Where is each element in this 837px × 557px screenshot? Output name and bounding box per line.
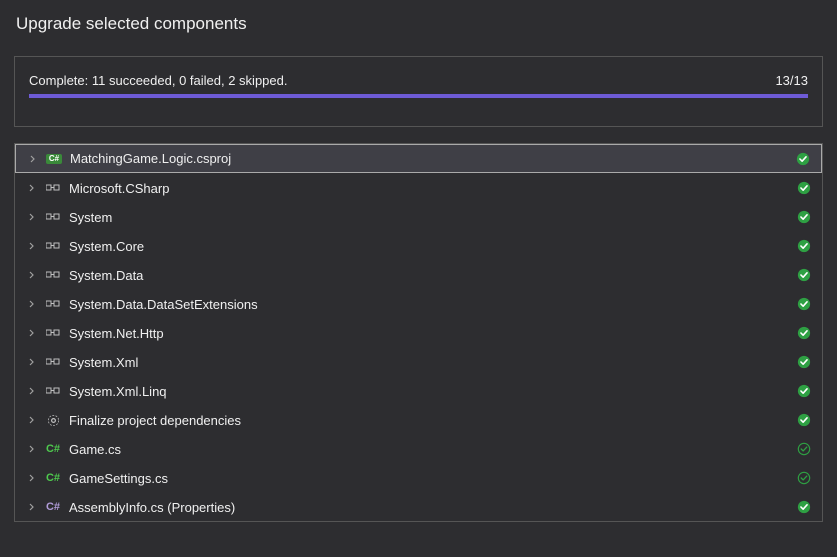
chevron-right-icon[interactable] (27, 444, 37, 454)
list-item[interactable]: System.Data (15, 260, 822, 289)
progress-bar (29, 94, 808, 98)
list-item[interactable]: C# Game.cs (15, 434, 822, 463)
list-item[interactable]: System.Xml (15, 347, 822, 376)
list-item[interactable]: C# MatchingGame.Logic.csproj (15, 144, 822, 173)
chevron-right-icon[interactable] (28, 154, 38, 164)
item-label: AssemblyInfo.cs (Properties) (69, 500, 796, 515)
item-label: MatchingGame.Logic.csproj (70, 151, 795, 166)
item-type-icon: C# (45, 441, 61, 457)
chevron-right-icon[interactable] (27, 183, 37, 193)
chevron-right-icon[interactable] (27, 328, 37, 338)
page-title: Upgrade selected components (16, 14, 823, 34)
item-type-icon (45, 325, 61, 341)
item-type-icon: C# (45, 499, 61, 515)
list-item[interactable]: C# GameSettings.cs (15, 463, 822, 492)
item-label: System.Data (69, 268, 796, 283)
status-success-icon (796, 383, 812, 399)
item-type-icon (45, 209, 61, 225)
chevron-right-icon[interactable] (27, 473, 37, 483)
status-success-icon (796, 499, 812, 515)
status-success-icon (796, 325, 812, 341)
item-type-icon (45, 296, 61, 312)
component-list: C# MatchingGame.Logic.csproj Microsoft.CSh… (14, 143, 823, 522)
item-type-icon (45, 180, 61, 196)
chevron-right-icon[interactable] (27, 270, 37, 280)
item-label: Game.cs (69, 442, 796, 457)
item-type-icon (45, 412, 61, 428)
list-item[interactable]: Microsoft.CSharp (15, 173, 822, 202)
chevron-right-icon[interactable] (27, 212, 37, 222)
item-type-icon (45, 354, 61, 370)
chevron-right-icon[interactable] (27, 357, 37, 367)
item-type-icon: C# (45, 470, 61, 486)
progress-count: 13/13 (775, 73, 808, 88)
item-label: System.Xml.Linq (69, 384, 796, 399)
item-type-icon (45, 238, 61, 254)
item-label: GameSettings.cs (69, 471, 796, 486)
item-label: Finalize project dependencies (69, 413, 796, 428)
chevron-right-icon[interactable] (27, 241, 37, 251)
progress-bar-fill (29, 94, 808, 98)
status-success-icon (796, 412, 812, 428)
status-success-icon (795, 151, 811, 167)
item-type-icon (45, 383, 61, 399)
item-label: System.Core (69, 239, 796, 254)
chevron-right-icon[interactable] (27, 386, 37, 396)
chevron-right-icon[interactable] (27, 415, 37, 425)
item-type-icon: C# (46, 151, 62, 167)
list-item[interactable]: System.Data.DataSetExtensions (15, 289, 822, 318)
list-item[interactable]: System.Net.Http (15, 318, 822, 347)
chevron-right-icon[interactable] (27, 502, 37, 512)
progress-status: Complete: 11 succeeded, 0 failed, 2 skip… (29, 73, 287, 88)
status-success-icon (796, 470, 812, 486)
list-item[interactable]: System.Core (15, 231, 822, 260)
item-label: Microsoft.CSharp (69, 181, 796, 196)
status-success-icon (796, 441, 812, 457)
item-label: System.Net.Http (69, 326, 796, 341)
progress-panel: Complete: 11 succeeded, 0 failed, 2 skip… (14, 56, 823, 127)
list-item[interactable]: Finalize project dependencies (15, 405, 822, 434)
chevron-right-icon[interactable] (27, 299, 37, 309)
list-item[interactable]: System.Xml.Linq (15, 376, 822, 405)
status-success-icon (796, 180, 812, 196)
item-label: System.Data.DataSetExtensions (69, 297, 796, 312)
item-label: System.Xml (69, 355, 796, 370)
status-success-icon (796, 354, 812, 370)
progress-row: Complete: 11 succeeded, 0 failed, 2 skip… (29, 73, 808, 88)
status-success-icon (796, 296, 812, 312)
list-item[interactable]: System (15, 202, 822, 231)
item-type-icon (45, 267, 61, 283)
status-success-icon (796, 209, 812, 225)
status-success-icon (796, 238, 812, 254)
list-item[interactable]: C# AssemblyInfo.cs (Properties) (15, 492, 822, 521)
status-success-icon (796, 267, 812, 283)
item-label: System (69, 210, 796, 225)
